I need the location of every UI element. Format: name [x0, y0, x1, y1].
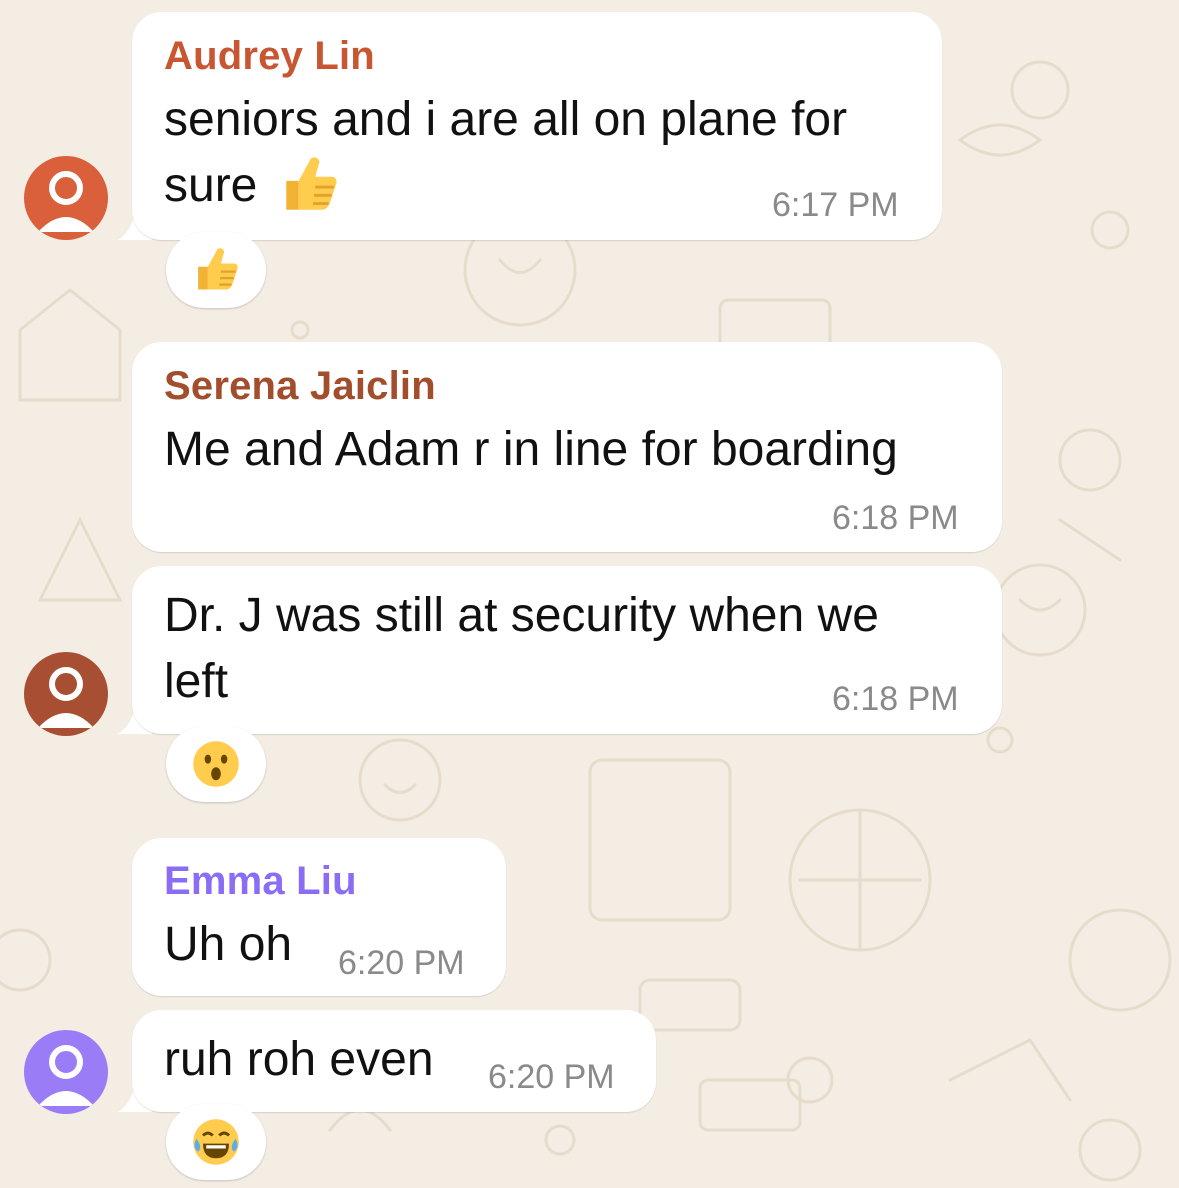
message-text-line: seniors and i are all on plane for: [164, 93, 848, 146]
message-time: 6:17 PM: [772, 186, 899, 224]
sender-name[interactable]: Emma Liu: [164, 859, 357, 904]
message-time: 6:20 PM: [338, 944, 465, 982]
message-text-line: ruh roh even: [164, 1033, 434, 1086]
reaction-chip[interactable]: [166, 232, 266, 308]
thumbs-up-emoji-icon: [286, 157, 337, 210]
message-time: 6:20 PM: [488, 1058, 615, 1096]
astonished-face-reaction-icon: [193, 741, 239, 787]
sender-name[interactable]: Serena Jaiclin: [164, 364, 436, 409]
tears-of-joy-reaction-icon: [193, 1119, 239, 1165]
reaction-chip[interactable]: [166, 1104, 266, 1180]
message-text-line: left: [164, 655, 229, 708]
thumbs-up-reaction-icon: [198, 248, 238, 290]
message-time: 6:18 PM: [832, 499, 959, 537]
message-text-line: Uh oh: [164, 918, 293, 971]
avatar[interactable]: [24, 1030, 108, 1114]
message-text-line: sure: [164, 159, 258, 212]
message-text-line: Me and Adam r in line for boarding: [164, 423, 898, 476]
avatar[interactable]: [24, 156, 108, 240]
avatar[interactable]: [24, 652, 108, 736]
message-text-line: Dr. J was still at security when we: [164, 589, 879, 642]
message-time: 6:18 PM: [832, 680, 959, 718]
reaction-chip[interactable]: [166, 726, 266, 802]
sender-name[interactable]: Audrey Lin: [164, 34, 375, 79]
